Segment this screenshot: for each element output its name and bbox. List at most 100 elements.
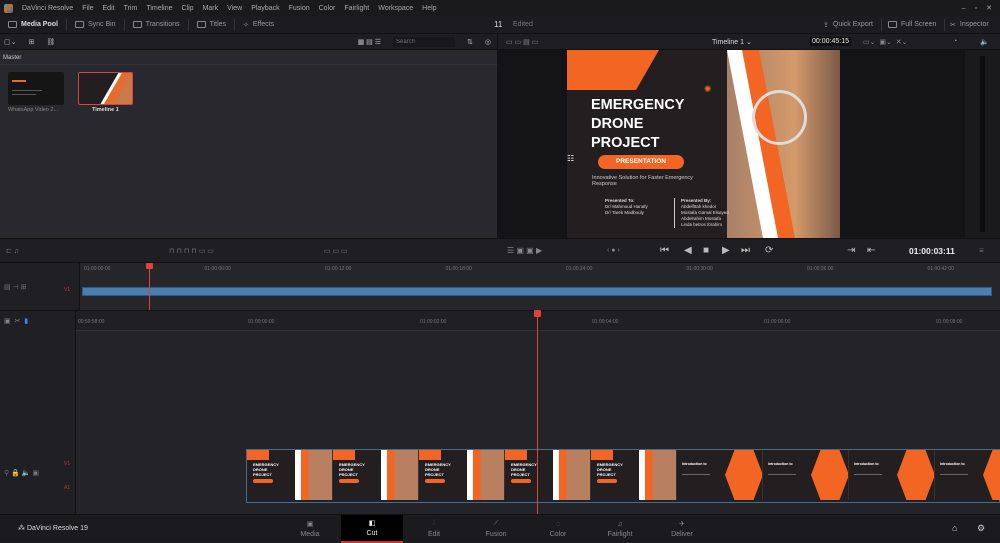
viewer-options-icons[interactable]: ▭⌄ ▣⌄ ✕⌄ [863,38,907,46]
menu-playback[interactable]: Playback [251,5,279,12]
lower-playhead[interactable] [537,310,538,514]
search-input[interactable] [393,36,456,47]
bin-list-toggle-icon[interactable]: ▢⌄ [4,38,16,46]
page-tab-edit[interactable]: ⫶ Edit [403,515,465,543]
settings-gear-icon[interactable]: ⚙ [977,523,985,534]
ruler-tick-label: 01:00:00:00 [248,319,275,325]
stop-button[interactable]: ■ [703,245,709,256]
toolbar: Media Pool Sync Bin Transitions Titles ✧… [0,16,1000,34]
playhead-handle[interactable] [146,263,153,269]
menu-workspace[interactable]: Workspace [378,5,413,12]
project-count: 11 [494,20,503,29]
menu-timeline[interactable]: Timeline [146,5,172,12]
page-tab-media[interactable]: ▣ Media [279,515,341,543]
edit-page-icon: ⫶ [433,520,435,527]
sync-bin-icon [74,21,84,28]
filter-icon[interactable]: ◎ [485,38,491,46]
menu-fusion[interactable]: Fusion [289,5,310,12]
media-pool: Master WhatsApp Video 2... Timeline 1 [0,50,497,238]
menu-trim[interactable]: Trim [124,5,138,12]
slide-subtitle: Innovative Solution for Faster Emergency… [592,175,693,187]
transitions-button[interactable]: Transitions [125,18,189,31]
menu-view[interactable]: View [227,5,242,12]
pool-bottom-toolbar: ⊏ ♫ ⊓ ⊓ ⊓ ⊓ ▭ ▭ ▭ ▭ ▭ [0,238,497,262]
page-tab-color[interactable]: ◌ Color [527,515,589,543]
clip-name: WhatsApp Video 2... [8,107,59,113]
reverse-button[interactable]: ◀ [684,245,692,256]
mark-in-button[interactable]: ⇥ [847,245,855,256]
timeline-view-icons[interactable]: ▣ ✂ ▮ [4,317,28,325]
play-button[interactable]: ▶ [722,245,730,256]
loop-button[interactable]: ⟳ [765,245,773,256]
ruler-tick-label: 01:00:06:00 [764,319,791,325]
track-label-v1: V1 [64,287,71,293]
sync-bin-button[interactable]: Sync Bin [67,18,125,31]
upper-timeline[interactable]: ▤ ⊣ ⊞ V1 01:00:00:00 01:00:06:00 01:00:12:… [0,262,1000,311]
inspector-button[interactable]: ✂ Inspector [942,19,997,31]
playhead-handle[interactable] [534,310,541,317]
menu-clip[interactable]: Clip [182,5,194,12]
menu-fairlight[interactable]: Fairlight [344,5,369,12]
jog-control[interactable]: ‹ ● › [607,247,620,254]
clip-frame-thumbnail: Introduction to [763,450,849,500]
menu-color[interactable]: Color [319,5,336,12]
volume-icon[interactable]: 🔈 [980,38,989,46]
mark-out-button[interactable]: ⇤ [867,245,875,256]
page-tab-fairlight[interactable]: ♫ Fairlight [589,515,651,543]
edit-actions-icons[interactable]: ⊓ ⊓ ⊓ ⊓ ▭ ▭ [169,247,214,255]
menu-file[interactable]: File [82,5,93,12]
media-pool-icon [8,21,17,28]
clip-frame-thumbnail: EMERGENCY DRONE PROJECT [247,450,333,500]
options-menu-icon[interactable]: ≡ [979,246,984,255]
viewer-mode-icons[interactable]: ▭ ▭ ▤ ▭ [506,38,538,46]
link-icon[interactable]: ⛓ [46,38,55,46]
menu-mark[interactable]: Mark [203,5,219,12]
page-tab-deliver[interactable]: ✈ Deliver [651,515,713,543]
menu-help[interactable]: Help [422,5,436,12]
page-tab-label: Edit [427,531,441,538]
clip-thumbnail-whatsapp[interactable] [8,72,64,105]
maximize-button[interactable]: ▫ [975,5,977,12]
bin-master[interactable]: Master [0,50,497,65]
ruler-tick-label: 01:00:08:00 [936,319,963,325]
timeline-thumbnail[interactable] [78,72,133,105]
timeline-clip-bar[interactable] [82,287,992,296]
home-icon[interactable]: ⌂ [952,523,957,533]
go-to-end-button[interactable]: ⏭ [741,245,750,256]
minimize-button[interactable]: – [962,5,966,12]
ruler-tick-label: 00:59:58:00 [78,319,105,325]
page-tab-fusion[interactable]: ⟋ Fusion [465,515,527,543]
page-tabs: ▣ Media ◧ Cut ⫶ Edit ⟋ Fusion ◌ Color ♫ Fairlight ✈ D… [279,515,713,543]
track-tool-icons[interactable]: ▤ ⊣ ⊞ [4,283,26,291]
inspector-icon: ✂ [950,21,956,29]
overlay-icons[interactable]: ▭ ▭ ▭ [324,247,348,255]
go-to-start-button[interactable]: ⏮ [660,245,669,256]
clip-frame-thumbnail: EMERGENCY DRONE PROJECT [591,450,677,500]
timeline-selector[interactable]: Timeline 1 ⌄ [712,38,752,46]
orange-shape [567,50,659,90]
sort-icon[interactable]: ⇅ [467,38,473,46]
effects-button[interactable]: ✧ Effects [235,19,282,31]
transport-tool-icons[interactable]: ☰ ▣ ▣ ▶ [507,246,542,255]
project-status: Edited [513,21,533,28]
color-wheel-icon[interactable]: ◔ [953,38,957,45]
new-bin-icon[interactable]: ⊞ [28,38,34,46]
presentation-badge: PRESENTATION [598,155,684,169]
duration-timecode: 00:00:45:15 [810,37,851,46]
ruler-tick-label: 01:00:00:00 [84,266,111,272]
menu-edit[interactable]: Edit [103,5,115,12]
titles-button[interactable]: Titles [189,18,236,31]
quick-export-button[interactable]: ⇪ Quick Export [815,18,882,31]
track-control-icons[interactable]: ⚲ 🔒 🔈 ▣ [4,469,39,477]
full-screen-button[interactable]: Full Screen [880,18,946,31]
page-tab-cut[interactable]: ◧ Cut [341,515,403,543]
lower-track-header: ▣ ✂ ▮ ⚲ 🔒 🔈 ▣ V1 A1 [0,311,76,515]
media-page-icon: ▣ [306,521,314,528]
ruler-tick-label: 01:00:24:00 [566,266,593,272]
close-button[interactable]: ✕ [986,4,992,12]
audio-meter [965,50,1000,238]
audio-icon[interactable]: ⊏ ♫ [6,247,19,255]
media-pool-button[interactable]: Media Pool [0,18,67,31]
view-grid-icon[interactable]: ▦ ▤ ☰ [358,38,381,46]
upper-playhead[interactable] [149,263,150,311]
